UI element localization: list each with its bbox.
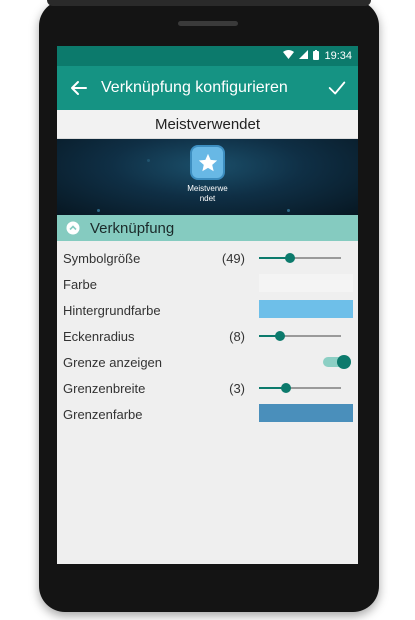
setting-value: (8) bbox=[229, 329, 245, 344]
preview-label-line-1: Meistverwe bbox=[187, 184, 228, 193]
show-border-toggle[interactable] bbox=[323, 355, 351, 369]
phone-top-edge bbox=[47, 0, 371, 6]
background-color-swatch[interactable] bbox=[259, 300, 353, 318]
setting-label: Grenzenbreite bbox=[63, 381, 146, 396]
star-shortcut-icon bbox=[190, 145, 225, 180]
setting-label: Eckenradius bbox=[63, 329, 135, 344]
status-time: 19:34 bbox=[324, 50, 352, 62]
setting-label: Grenzenfarbe bbox=[63, 407, 143, 422]
setting-show-border: Grenze anzeigen bbox=[57, 349, 358, 375]
setting-label: Symbolgröße bbox=[63, 251, 141, 266]
section-title: Verknüpfung bbox=[90, 219, 175, 237]
settings-list: Symbolgröße (49) Farbe Hintergrundfarbe … bbox=[57, 241, 358, 427]
setting-corner-radius: Eckenradius (8) bbox=[57, 323, 358, 349]
toggle-thumb bbox=[337, 355, 351, 369]
setting-value: (3) bbox=[229, 381, 245, 396]
slider-thumb[interactable] bbox=[281, 383, 292, 393]
app-bar: Verknüpfung konfigurieren bbox=[57, 66, 358, 110]
screen: 19:34 Verknüpfung konfigurieren Meistver… bbox=[57, 46, 358, 564]
setting-label: Grenze anzeigen bbox=[63, 355, 163, 370]
preview-label: Meistverwe ndet bbox=[175, 184, 240, 204]
chevron-up-circle-icon bbox=[66, 221, 80, 235]
setting-label: Farbe bbox=[63, 277, 97, 292]
icon-size-slider[interactable] bbox=[259, 253, 341, 263]
corner-radius-slider[interactable] bbox=[259, 331, 341, 341]
setting-border-width: Grenzenbreite (3) bbox=[57, 375, 358, 401]
setting-value: (49) bbox=[221, 251, 245, 266]
setting-label: Hintergrundfarbe bbox=[63, 303, 161, 318]
border-width-slider[interactable] bbox=[259, 383, 341, 393]
shortcut-preview: Meistverwe ndet bbox=[57, 139, 358, 215]
setting-border-color: Grenzenfarbe bbox=[57, 401, 358, 427]
slider-thumb[interactable] bbox=[285, 253, 296, 263]
border-color-swatch[interactable] bbox=[259, 404, 353, 422]
page-title: Verknüpfung konfigurieren bbox=[101, 79, 288, 96]
confirm-check-icon[interactable] bbox=[326, 77, 348, 99]
signal-icon bbox=[299, 50, 309, 62]
phone-speaker bbox=[178, 21, 238, 26]
back-arrow-icon[interactable] bbox=[67, 76, 91, 100]
setting-color: Farbe bbox=[57, 271, 358, 297]
battery-icon bbox=[313, 49, 320, 63]
setting-icon-size: Symbolgröße (49) bbox=[57, 245, 358, 271]
wifi-icon bbox=[283, 50, 295, 62]
shortcut-name-field[interactable]: Meistverwendet bbox=[57, 110, 358, 139]
section-header[interactable]: Verknüpfung bbox=[57, 215, 358, 241]
color-swatch[interactable] bbox=[259, 274, 353, 292]
slider-thumb[interactable] bbox=[274, 331, 285, 341]
setting-background-color: Hintergrundfarbe bbox=[57, 297, 358, 323]
preview-label-line-2: ndet bbox=[199, 194, 216, 203]
status-bar: 19:34 bbox=[57, 46, 358, 66]
